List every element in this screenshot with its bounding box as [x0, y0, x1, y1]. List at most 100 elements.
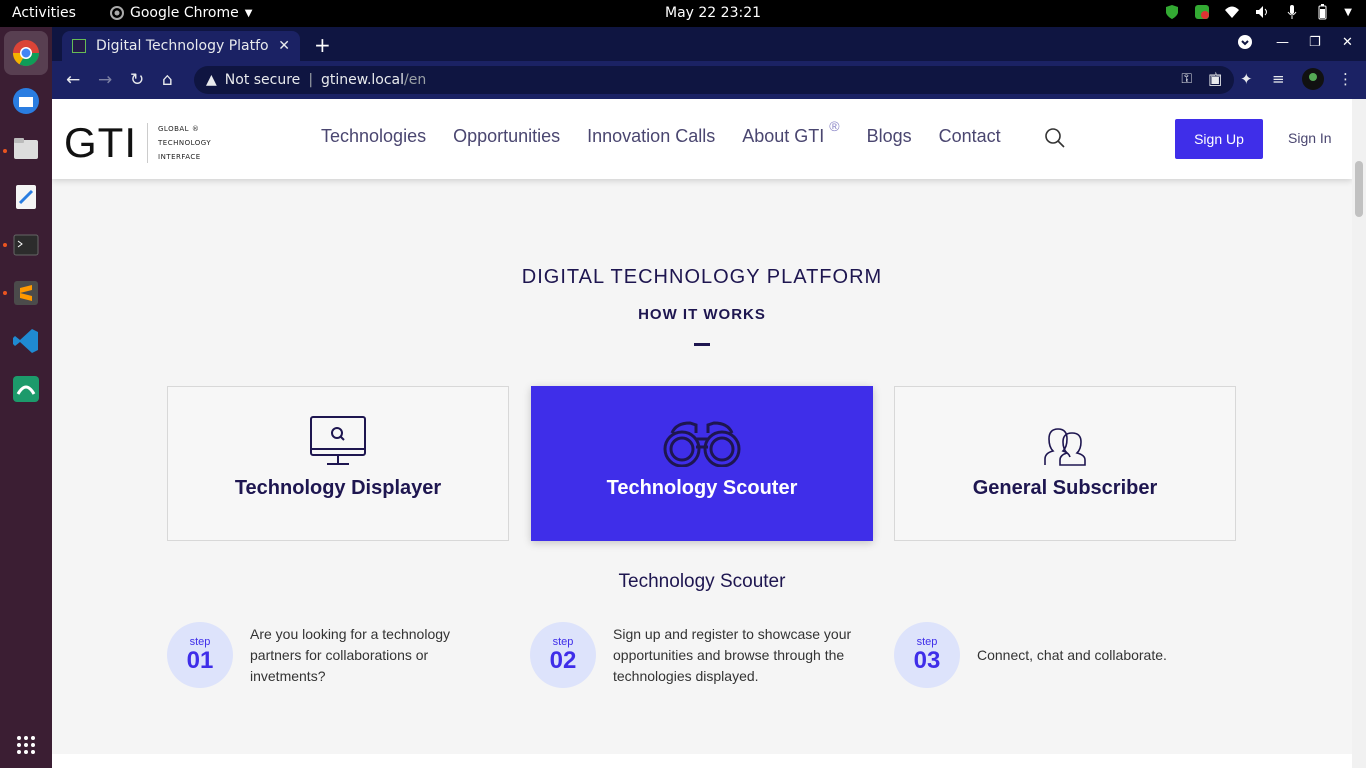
media-icon[interactable]: ≡ — [1272, 70, 1285, 88]
selected-role-title: Technology Scouter — [618, 571, 786, 592]
wifi-icon — [1225, 6, 1240, 18]
web-page: GTI GLOBAL ® TECHNOLOGY INTERFACE Techno… — [52, 99, 1352, 768]
logo-sub-line: GLOBAL — [158, 125, 190, 133]
step-2: step 02 Sign up and register to showcase… — [530, 622, 869, 688]
nav-opportunities[interactable]: Opportunities — [453, 126, 560, 147]
extension-icon[interactable]: ▣ — [1208, 70, 1222, 88]
volume-icon — [1256, 6, 1268, 18]
activities-button[interactable]: Activities — [12, 5, 76, 21]
page-scrollbar[interactable] — [1352, 99, 1366, 768]
tab-strip: Digital Technology Platfo ✕ + — ❐ ✕ — [52, 27, 1366, 61]
step-badge: step 01 — [167, 622, 233, 688]
scrollbar-thumb[interactable] — [1355, 161, 1363, 217]
sign-up-button[interactable]: Sign Up — [1175, 119, 1263, 159]
logo-divider — [147, 123, 148, 163]
sublime-text-icon — [14, 281, 38, 305]
logo-wordmark: GTI — [64, 119, 137, 166]
browser-tab[interactable]: Digital Technology Platfo ✕ — [62, 31, 300, 61]
dock-app[interactable] — [8, 371, 44, 407]
section-subtitle: HOW IT WORKS — [638, 306, 766, 323]
puzzle-icon[interactable]: ✦ — [1240, 70, 1253, 88]
home-button[interactable]: ⌂ — [162, 70, 173, 90]
dock-text-editor[interactable] — [8, 179, 44, 215]
thunderbird-icon — [13, 88, 39, 114]
nav-about-gti[interactable]: About GTI ® — [742, 118, 839, 147]
dock-vscode[interactable] — [8, 323, 44, 359]
vscode-icon — [13, 329, 38, 353]
step-3: step 03 Connect, chat and collaborate. — [894, 622, 1217, 688]
site-logo[interactable]: GTI GLOBAL ® TECHNOLOGY INTERFACE — [64, 119, 211, 167]
battery-icon — [1318, 4, 1327, 20]
reload-button[interactable]: ↻ — [130, 70, 144, 90]
users-icon — [1044, 428, 1086, 466]
chrome-small-icon — [110, 6, 124, 20]
logo-reg-mark: ® — [191, 125, 200, 133]
card-label: Technology Displayer — [234, 477, 442, 499]
clock[interactable]: May 22 23:21 — [665, 5, 761, 21]
running-indicator — [3, 149, 7, 153]
tab-title: Digital Technology Platfo — [96, 38, 269, 54]
site-header: GTI GLOBAL ® TECHNOLOGY INTERFACE Techno… — [52, 99, 1352, 179]
card-technology-displayer[interactable]: Technology Displayer — [167, 386, 509, 541]
minimize-button[interactable]: — — [1276, 35, 1289, 50]
system-tray[interactable]: ▼ — [1164, 4, 1352, 20]
search-icon[interactable] — [1044, 127, 1066, 149]
dock-sublime[interactable] — [8, 275, 44, 311]
new-tab-button[interactable]: + — [314, 33, 331, 57]
security-label: Not secure — [224, 72, 301, 88]
section-title: DIGITAL TECHNOLOGY PLATFORM — [521, 266, 883, 288]
back-button[interactable]: ← — [66, 70, 80, 90]
dock-thunderbird[interactable] — [8, 83, 44, 119]
forward-button[interactable]: → — [98, 70, 112, 90]
next-section — [52, 754, 1352, 768]
app-menu[interactable]: Google Chrome ▼ — [110, 5, 252, 21]
card-general-subscriber[interactable]: General Subscriber — [894, 386, 1236, 541]
step-text: Connect, chat and collaborate. — [977, 646, 1167, 663]
nav-technologies[interactable]: Technologies — [321, 126, 426, 147]
browser-chrome: Digital Technology Platfo ✕ + — ❐ ✕ ← → … — [52, 27, 1366, 99]
terminal-icon — [13, 234, 39, 256]
sign-in-link[interactable]: Sign In — [1288, 130, 1332, 146]
url-path: /en — [404, 72, 427, 88]
step-number: 01 — [186, 647, 214, 674]
show-applications-button[interactable] — [8, 727, 44, 763]
gitkraken-icon — [13, 376, 39, 402]
logo-subtitle: GLOBAL ® TECHNOLOGY INTERFACE — [158, 122, 211, 164]
microphone-icon — [1287, 5, 1297, 19]
chevron-down-icon: ▼ — [1344, 6, 1352, 18]
nav-innovation-calls[interactable]: Innovation Calls — [587, 126, 715, 147]
chrome-icon — [12, 40, 40, 67]
dock-files[interactable] — [8, 131, 44, 167]
dock — [0, 27, 52, 768]
favicon-icon — [72, 39, 86, 53]
nav-contact[interactable]: Contact — [939, 126, 1001, 147]
card-technology-scouter[interactable]: Technology Scouter — [531, 386, 873, 541]
step-1: step 01 Are you looking for a technology… — [167, 622, 490, 688]
close-window-button[interactable]: ✕ — [1342, 35, 1353, 50]
monitor-search-icon — [310, 416, 366, 465]
step-number: 03 — [913, 647, 941, 674]
menu-kebab-icon[interactable]: ⋮ — [1338, 70, 1353, 88]
maximize-button[interactable]: ❐ — [1309, 35, 1321, 50]
step-badge: step 02 — [530, 622, 596, 688]
step-badge: step 03 — [894, 622, 960, 688]
key-icon[interactable]: ⚿ — [1181, 71, 1192, 87]
binoculars-icon — [663, 421, 741, 467]
browser-toolbar: ← → ↻ ⌂ ▲ Not secure | gtinew.local /en … — [52, 61, 1366, 99]
chevron-down-icon: ▼ — [244, 7, 253, 19]
text-editor-icon — [16, 185, 36, 209]
nav-blogs[interactable]: Blogs — [867, 126, 912, 147]
grid-icon — [17, 736, 35, 754]
step-number: 02 — [549, 647, 577, 674]
tab-search-icon[interactable] — [1238, 35, 1252, 53]
logo-sub-line: INTERFACE — [158, 153, 201, 161]
step-text: Sign up and register to showcase your op… — [613, 625, 852, 684]
dock-chrome[interactable] — [4, 31, 48, 75]
avatar[interactable] — [1302, 68, 1324, 94]
main-nav: Technologies Opportunities Innovation Ca… — [321, 118, 1001, 147]
logo-sub-line: TECHNOLOGY — [158, 139, 212, 147]
address-bar[interactable]: ▲ Not secure | gtinew.local /en ⚿ ☆ — [194, 66, 1234, 94]
card-label: General Subscriber — [972, 477, 1158, 499]
dock-terminal[interactable] — [8, 227, 44, 263]
close-tab-icon[interactable]: ✕ — [278, 38, 290, 54]
